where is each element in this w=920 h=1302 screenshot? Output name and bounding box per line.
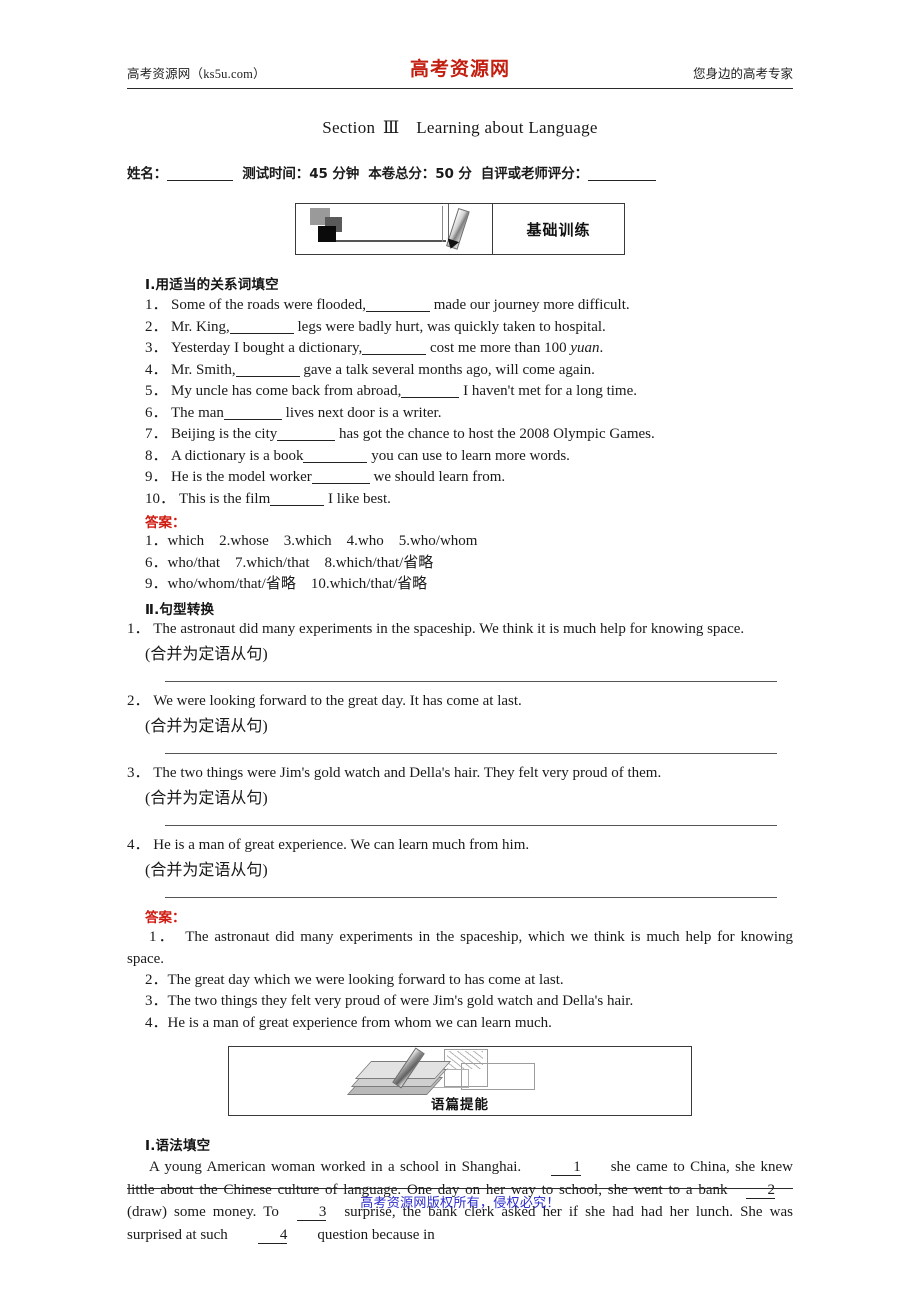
name-label: 姓名： — [127, 166, 168, 182]
question-item: 7． Beijing is the city has got the chance… — [145, 426, 655, 442]
answer-row: 1． The astronaut did many experiments in… — [127, 928, 793, 967]
section-1-answer-heading: 答案： — [145, 515, 186, 531]
cloze-blank-4[interactable]: 4 — [257, 1227, 288, 1244]
reading-skill-label: 语篇提能 — [431, 1097, 489, 1113]
section-2-heading: Ⅱ.句型转换 — [145, 601, 215, 618]
transform-hint: (合并为定语从句) — [145, 645, 268, 663]
reading-skill-banner: 语篇提能 — [228, 1046, 692, 1116]
answer-write-line[interactable] — [165, 752, 777, 754]
answer-row: 1．which 2.whose 3.which 4.who 5.who/whom — [145, 533, 478, 549]
name-input-blank[interactable] — [167, 167, 234, 181]
answer-row: 9．who/whom/that/省略 10.which/that/省略 — [145, 576, 428, 592]
question-item: 6． The man lives next door is a writer. — [145, 404, 442, 421]
document-body: Section Ⅲ Learning about Language 姓名： 测试时… — [127, 100, 793, 1246]
cloze-text: question because in — [317, 1226, 435, 1243]
meta-line: 姓名： 测试时间：45 分钟 本卷总分：50 分自评或老师评分： — [127, 162, 793, 183]
basic-training-label: 基础训练 — [526, 220, 591, 239]
title-name: Learning about Language — [416, 118, 598, 137]
transform-hint: (合并为定语从句) — [145, 717, 268, 735]
answer-row: 3．The two things they felt very proud of… — [145, 993, 634, 1009]
title-prefix: Section — [322, 118, 376, 137]
transform-item: 4． He is a man of great experience. We c… — [127, 836, 530, 853]
answer-write-line[interactable] — [165, 680, 777, 682]
section-1-heading: Ⅰ.用适当的关系词填空 — [145, 277, 279, 293]
cloze-blank-1[interactable]: 1 — [551, 1160, 581, 1176]
footer-copyright: 高考资源网版权所有，侵权必究！ — [360, 1196, 560, 1211]
time-label: 测试时间：45 分钟 — [242, 166, 360, 182]
question-item: 3． Yesterday I bought a dictionary, cost … — [145, 340, 604, 356]
question-item: 2． Mr. King, legs were badly hurt, was qu… — [145, 318, 606, 335]
answer-row: 2．The great day which we were looking fo… — [145, 971, 564, 988]
answer-write-line[interactable] — [165, 824, 777, 826]
footer-divider — [127, 1188, 793, 1189]
section-2-answer-heading: 答案： — [145, 909, 186, 926]
question-item: 4． Mr. Smith, gave a talk several months … — [145, 361, 595, 378]
header-logo: 高考资源网 — [409, 58, 511, 80]
header-divider — [127, 88, 793, 89]
question-item: 8． A dictionary is a book you can use to … — [145, 447, 570, 464]
page-header: 高考资源网（ks5u.com） 高考资源网 您身边的高考专家 — [127, 58, 793, 88]
page-title: Section Ⅲ Learning about Language — [127, 118, 793, 138]
transform-hint: (合并为定语从句) — [145, 861, 268, 879]
header-tagline: 您身边的高考专家 — [692, 67, 793, 81]
answer-row: 4．He is a man of great experience from w… — [145, 1014, 552, 1031]
question-item: 9． He is the model worker we should learn… — [145, 469, 506, 485]
transform-item: 1． The astronaut did many experiments in… — [127, 620, 745, 637]
question-item: 1． Some of the roads were flooded, made o… — [145, 297, 630, 313]
transform-item: 3． The two things were Jim's gold watch … — [127, 764, 662, 781]
section-3-heading: Ⅰ.语法填空 — [145, 1138, 211, 1154]
transform-item: 2． We were looking forward to the great … — [127, 692, 522, 709]
relative-pronoun-question-list: 1． Some of the roads were flooded, made o… — [127, 295, 793, 510]
answer-write-line[interactable] — [165, 896, 777, 898]
basic-training-banner: 基础训练 — [295, 203, 625, 255]
self-score-blank[interactable] — [588, 167, 656, 181]
question-item: 10． This is the film I like best. — [145, 490, 391, 507]
transform-hint: (合并为定语从句) — [145, 789, 268, 807]
header-site-name: 高考资源网（ks5u.com） — [127, 67, 266, 81]
cloze-text: A young American woman worked in a schoo… — [149, 1159, 522, 1175]
self-score-label: 自评或老师评分： — [480, 166, 588, 182]
answer-row: 6．who/that 7.which/that 8.which/that/省略 — [145, 554, 434, 571]
total-score-label: 本卷总分：50 分 — [368, 166, 472, 182]
document-page: 高考资源网（ks5u.com） 高考资源网 您身边的高考专家 Section Ⅲ… — [0, 0, 920, 1302]
question-item: 5． My uncle has come back from abroad, I … — [145, 383, 637, 399]
pencil-writing-icon — [296, 204, 493, 254]
title-numeral: Ⅲ — [382, 118, 400, 137]
